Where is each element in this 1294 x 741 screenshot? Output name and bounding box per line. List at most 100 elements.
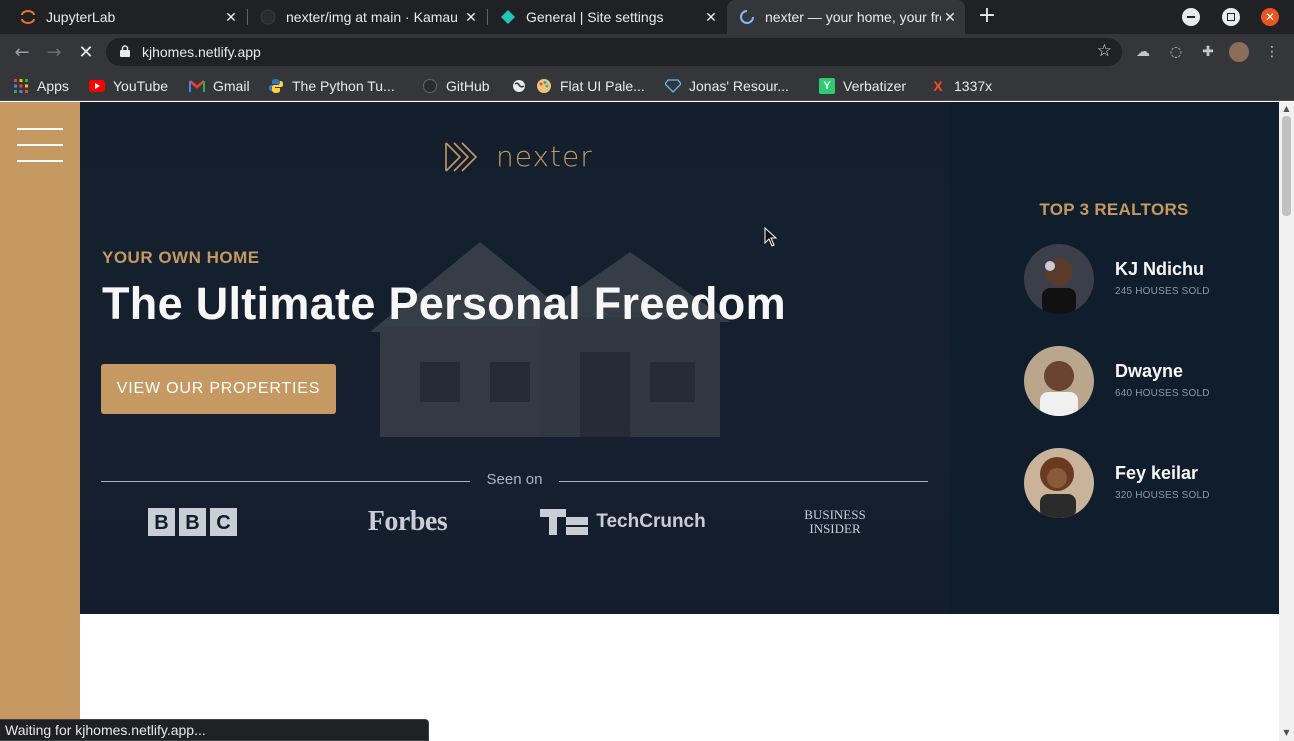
business-insider-logo: BUSINESS INSIDER: [795, 502, 875, 542]
realtor-card[interactable]: KJ Ndichu 245 HOUSES SOLD: [1024, 244, 1274, 314]
youtube-icon: [89, 78, 105, 94]
bookmark-label: Jonas' Resour...: [689, 78, 789, 94]
forward-arrow-icon[interactable]: →: [42, 40, 66, 64]
scrollbar-thumb[interactable]: [1282, 116, 1291, 216]
forbes-logo: Forbes: [350, 502, 465, 542]
bookmark-label: 1337x: [954, 78, 993, 94]
realtor-avatar: [1024, 448, 1094, 518]
tab-github-nexter[interactable]: nexter/img at main · Kamau ✕: [248, 0, 486, 34]
view-properties-button[interactable]: VIEW OUR PROPERTIES: [101, 364, 336, 414]
bookmark-gmail[interactable]: Gmail: [189, 76, 250, 96]
diamond-icon: [665, 78, 681, 94]
browser-toolbar: ← → ✕ kjhomes.netlify.app ☆ ☁ ◌ ✚ ⋮: [0, 34, 1294, 70]
techcrunch-tc-icon: [540, 509, 589, 535]
bookmark-label: YouTube: [113, 78, 169, 94]
realtors-title: TOP 3 REALTORS: [1039, 200, 1189, 219]
webpage-viewport: nexter YOUR OWN HOME The Ultimate Person…: [0, 102, 1279, 741]
bookmark-apps[interactable]: Apps: [13, 76, 69, 96]
business-insider-line1: BUSINESS: [804, 507, 866, 522]
palette-icon: [536, 78, 552, 94]
realtor-card[interactable]: Dwayne 640 HOUSES SOLD: [1024, 346, 1274, 416]
tab-title: nexter/img at main · Kamau: [286, 9, 458, 25]
extensions-puzzle-icon[interactable]: ✚: [1198, 42, 1218, 62]
scroll-down-arrow-icon[interactable]: ▼: [1282, 729, 1291, 737]
tab-netlify-settings[interactable]: General | Site settings ✕: [488, 0, 726, 34]
bookmark-flat-ui-palettes[interactable]: Flat UI Pale...: [536, 76, 645, 96]
lock-icon: [120, 45, 130, 57]
tab-jupyterlab[interactable]: JupyterLab ✕: [8, 0, 246, 34]
realtor-name: KJ Ndichu: [1115, 259, 1205, 279]
python-icon: [268, 78, 284, 94]
hamburger-menu-icon[interactable]: [17, 128, 63, 162]
nexter-logo[interactable]: nexter: [444, 140, 593, 173]
bookmark-1337x[interactable]: X 1337x: [930, 76, 992, 96]
mouse-cursor-icon: [764, 227, 778, 247]
page-scrollbar[interactable]: ▲ ▼: [1279, 102, 1294, 741]
realtor-name: Fey keilar: [1115, 463, 1199, 483]
techcrunch-wordmark: TechCrunch: [596, 511, 706, 532]
techcrunch-logo: TechCrunch: [528, 502, 718, 542]
realtor-avatar: [1024, 244, 1094, 314]
realtor-houses-sold: 640 HOUSES SOLD: [1115, 388, 1210, 399]
bookmark-star-icon[interactable]: ☆: [1097, 41, 1112, 61]
netlify-icon: [500, 9, 516, 25]
bookmark-label: The Python Tu...: [292, 78, 395, 94]
realtor-houses-sold: 245 HOUSES SOLD: [1115, 286, 1210, 297]
svg-text:B: B: [154, 512, 168, 534]
github-icon: [260, 9, 276, 25]
new-tab-button[interactable]: +: [975, 5, 999, 29]
tab-title: nexter — your home, your freedom: [765, 9, 941, 25]
x-icon: X: [933, 78, 943, 94]
forbes-wordmark: Forbes: [367, 506, 448, 537]
close-icon[interactable]: ✕: [702, 8, 720, 26]
url-text: kjhomes.netlify.app: [142, 44, 261, 60]
realtor-avatar: [1024, 346, 1094, 416]
scroll-up-arrow-icon[interactable]: ▲: [1282, 105, 1291, 113]
divider-line: [101, 481, 470, 482]
close-icon[interactable]: ✕: [222, 8, 240, 26]
maximize-button[interactable]: [1222, 8, 1240, 26]
back-arrow-icon[interactable]: ←: [10, 40, 34, 64]
profile-avatar[interactable]: [1229, 42, 1249, 62]
bookmark-python-tutorial[interactable]: The Python Tu...: [268, 76, 395, 96]
bookmark-label: Gmail: [213, 78, 250, 94]
close-icon[interactable]: ✕: [462, 8, 480, 26]
close-icon[interactable]: ✕: [941, 8, 959, 26]
bbc-logo: B B C: [148, 502, 238, 542]
minimize-button[interactable]: [1182, 8, 1200, 26]
bookmark-globe[interactable]: [511, 76, 535, 96]
logo-text: nexter: [496, 140, 593, 173]
close-window-button[interactable]: ✕: [1261, 8, 1279, 26]
bookmark-github[interactable]: GitHub: [422, 76, 490, 96]
bookmarks-bar: Apps YouTube Gmail The Python Tu... GitH…: [0, 70, 1294, 101]
bookmark-label: Flat UI Pale...: [560, 78, 645, 94]
bookmark-label: Apps: [37, 78, 69, 94]
svg-text:C: C: [216, 512, 230, 534]
hero-header: nexter YOUR OWN HOME The Ultimate Person…: [80, 102, 949, 614]
house-background-image: [370, 242, 730, 437]
realtor-name: Dwayne: [1115, 361, 1184, 381]
business-insider-line2: INSIDER: [809, 521, 861, 536]
extension-sync-icon[interactable]: ◌: [1166, 42, 1186, 62]
gmail-icon: [189, 78, 205, 94]
github-icon: [422, 78, 438, 94]
bookmark-jonas-resources[interactable]: Jonas' Resour...: [665, 76, 789, 96]
bookmark-label: GitHub: [446, 78, 490, 94]
realtor-houses-sold: 320 HOUSES SOLD: [1115, 490, 1210, 501]
realtor-card[interactable]: Fey keilar 320 HOUSES SOLD: [1024, 448, 1274, 518]
loading-spinner-icon: [739, 9, 755, 25]
tab-nexter-active[interactable]: nexter — your home, your freedom ✕: [727, 0, 965, 34]
address-bar[interactable]: kjhomes.netlify.app ☆: [106, 38, 1122, 66]
tab-title: JupyterLab: [46, 9, 116, 25]
menu-kebab-icon[interactable]: ⋮: [1262, 42, 1282, 62]
top-realtors-panel: TOP 3 REALTORS KJ Ndichu 245 HOUSES SOLD: [949, 102, 1279, 614]
bookmark-verbatizer[interactable]: Y Verbatizer: [819, 76, 906, 96]
bookmark-youtube[interactable]: YouTube: [89, 76, 168, 96]
stop-loading-icon[interactable]: ✕: [74, 40, 98, 64]
seen-on-label: Seen on: [486, 471, 543, 488]
globe-icon: [511, 78, 527, 94]
extension-cloud-icon[interactable]: ☁: [1133, 42, 1153, 62]
svg-text:B: B: [185, 512, 199, 534]
browser-tab-bar: JupyterLab ✕ nexter/img at main · Kamau …: [0, 0, 1294, 34]
verbatizer-icon: Y: [819, 78, 835, 94]
